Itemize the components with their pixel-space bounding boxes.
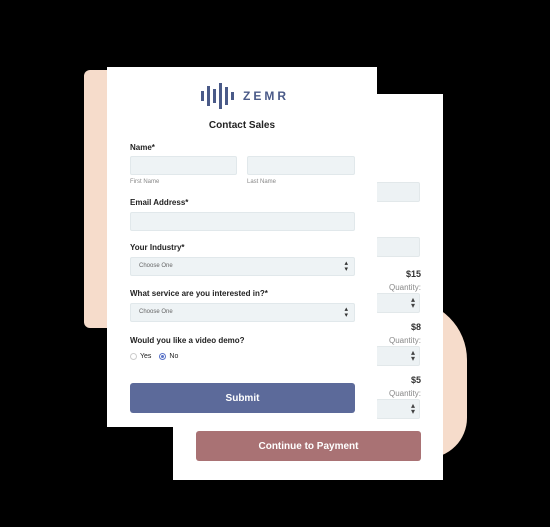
last-name-input[interactable] bbox=[247, 156, 355, 175]
form-title: Contact Sales bbox=[208, 120, 276, 131]
submit-button[interactable]: Submit bbox=[130, 383, 355, 413]
select-arrows-icon: ▴ ▾ bbox=[410, 295, 415, 310]
payment-input-2[interactable] bbox=[376, 237, 420, 257]
payment-input-1[interactable] bbox=[376, 182, 420, 202]
quantity-select-3[interactable]: ▴ ▾ bbox=[376, 399, 420, 419]
name-label: Name* bbox=[130, 143, 155, 152]
service-label: What service are you interested in?* bbox=[130, 289, 268, 298]
quantity-label: Quantity: bbox=[388, 283, 421, 292]
first-name-input[interactable] bbox=[130, 156, 237, 175]
email-input[interactable] bbox=[130, 212, 355, 231]
demo-question-label: Would you like a video demo? bbox=[130, 336, 245, 345]
contact-sales-card: ZEMR Contact Sales Name* First Name Last… bbox=[107, 67, 377, 427]
service-selected-value: Choose One bbox=[139, 309, 173, 315]
item-price: $15 bbox=[405, 269, 421, 279]
continue-to-payment-button[interactable]: Continue to Payment bbox=[196, 431, 421, 461]
quantity-label: Quantity: bbox=[388, 389, 421, 398]
demo-no-label: No bbox=[169, 353, 179, 360]
quantity-select-2[interactable]: ▴ ▾ bbox=[376, 346, 420, 366]
soundwave-logo-icon bbox=[201, 83, 234, 109]
quantity-label: Quantity: bbox=[388, 336, 421, 345]
select-arrows-icon: ▴ ▾ bbox=[344, 260, 348, 273]
demo-no-radio[interactable] bbox=[159, 353, 167, 360]
quantity-select-1[interactable]: ▴ ▾ bbox=[376, 293, 420, 313]
select-arrows-icon: ▴ ▾ bbox=[344, 306, 348, 319]
demo-yes-label: Yes bbox=[140, 353, 152, 360]
item-price: $8 bbox=[410, 322, 421, 332]
brand-logo: ZEMR bbox=[201, 83, 289, 109]
demo-radio-group: Yes No bbox=[130, 353, 186, 360]
service-select[interactable]: Choose One ▴ ▾ bbox=[130, 303, 355, 322]
industry-selected-value: Choose One bbox=[139, 263, 173, 269]
item-price: $5 bbox=[410, 375, 421, 385]
email-label: Email Address* bbox=[130, 198, 189, 207]
select-arrows-icon: ▴ ▾ bbox=[410, 348, 415, 363]
last-name-caption: Last Name bbox=[247, 179, 277, 185]
select-arrows-icon: ▴ ▾ bbox=[410, 401, 415, 416]
brand-name: ZEMR bbox=[243, 89, 289, 103]
industry-select[interactable]: Choose One ▴ ▾ bbox=[130, 257, 355, 276]
demo-yes-radio[interactable] bbox=[130, 353, 137, 360]
first-name-caption: First Name bbox=[130, 179, 160, 185]
industry-label: Your Industry* bbox=[130, 243, 185, 252]
